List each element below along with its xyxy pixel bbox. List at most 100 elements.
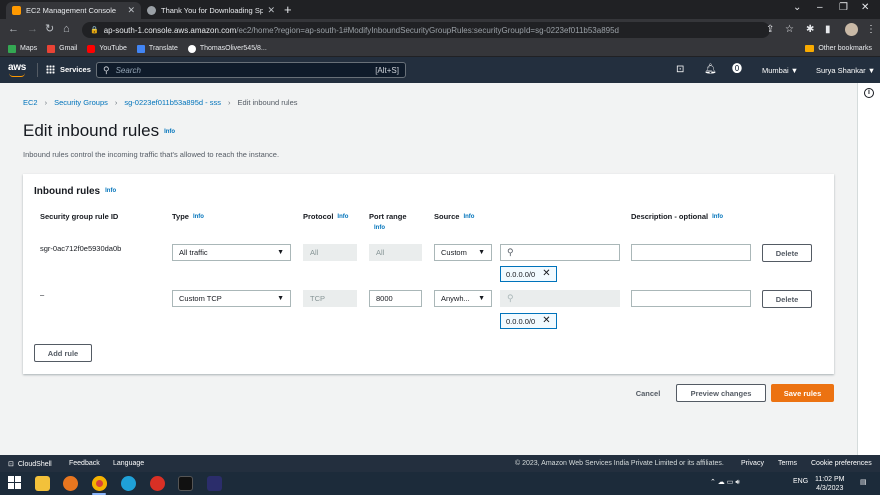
caret-down-icon: ▼ xyxy=(478,295,485,302)
restore-icon[interactable]: ❐ xyxy=(839,2,848,13)
windows-start-icon[interactable] xyxy=(8,476,23,491)
protocol-info-link[interactable]: Info xyxy=(337,214,348,220)
profile-avatar[interactable] xyxy=(845,23,858,36)
extensions-icon[interactable]: ✱ xyxy=(806,23,814,36)
terminal-icon[interactable] xyxy=(178,476,193,491)
cidr-search-input[interactable]: ⚲ xyxy=(500,244,620,261)
type-info-link[interactable]: Info xyxy=(193,214,204,220)
forward-icon[interactable]: → xyxy=(27,23,38,36)
browser-menu-icon[interactable]: ⋮ xyxy=(866,23,876,36)
cancel-button[interactable]: Cancel xyxy=(628,384,668,402)
source-select[interactable]: Anywh... ▼ xyxy=(434,290,492,307)
language-indicator[interactable]: ENG xyxy=(793,478,808,485)
bookmark-maps[interactable]: Maps xyxy=(8,44,37,53)
description-input[interactable] xyxy=(631,290,751,307)
system-tray-icons[interactable]: ⌃ ☁ ▭ 🔊︎ xyxy=(710,478,740,487)
lock-icon: 🔒 xyxy=(90,27,99,34)
cidr-token: 0.0.0.0/0 ✕ xyxy=(500,313,557,329)
delete-button[interactable]: Delete xyxy=(762,244,812,262)
description-info-link[interactable]: Info xyxy=(712,214,723,220)
add-rule-button[interactable]: Add rule xyxy=(34,344,92,362)
close-tab-icon[interactable]: ✕ xyxy=(267,5,275,16)
type-select[interactable]: All traffic ▼ xyxy=(172,244,291,261)
home-icon[interactable]: ⌂ xyxy=(63,23,70,36)
cidr-search-input[interactable]: ⚲ xyxy=(500,290,620,307)
feedback-link[interactable]: Feedback xyxy=(69,460,100,467)
breadcrumb-security-group[interactable]: sg-0223ef011b53a895d - sss xyxy=(124,98,221,107)
globe-icon xyxy=(147,6,156,15)
close-tab-icon[interactable]: ✕ xyxy=(127,5,135,16)
cloudshell-button[interactable]: ⊡ CloudShell xyxy=(8,460,52,468)
port-range-input[interactable]: 8000 xyxy=(369,290,422,307)
search-icon: ⚲ xyxy=(507,293,514,303)
cookie-preferences-link[interactable]: Cookie preferences xyxy=(811,460,872,467)
terms-link[interactable]: Terms xyxy=(778,460,797,467)
bookmark-youtube[interactable]: YouTube xyxy=(87,44,127,53)
bookmark-github[interactable]: ThomasOliver545/8... xyxy=(187,44,267,53)
browser-tab-ec2[interactable]: EC2 Management Console ✕ xyxy=(6,2,141,19)
gmail-icon xyxy=(47,44,56,53)
breadcrumb-ec2[interactable]: EC2 xyxy=(23,98,38,107)
cloudshell-icon[interactable]: ⊡ xyxy=(676,63,684,77)
tab-search-icon[interactable]: ⌄ xyxy=(793,2,801,13)
browser-tab-splunk[interactable]: Thank You for Downloading Splu ✕ xyxy=(141,2,281,19)
remove-token-icon[interactable]: ✕ xyxy=(542,316,550,326)
privacy-link[interactable]: Privacy xyxy=(741,460,764,467)
translate-icon xyxy=(136,44,145,53)
reload-icon[interactable]: ↻ xyxy=(45,23,54,36)
app-icon[interactable] xyxy=(63,476,78,491)
share-icon[interactable]: ⇪ xyxy=(766,23,774,36)
back-icon[interactable]: ← xyxy=(8,23,19,36)
edge-icon[interactable] xyxy=(121,476,136,491)
language-link[interactable]: Language xyxy=(113,460,144,467)
panel-info-link[interactable]: Info xyxy=(105,188,116,194)
col-rule-id: Security group rule ID xyxy=(40,212,119,221)
delete-button[interactable]: Delete xyxy=(762,290,812,308)
description-input[interactable] xyxy=(631,244,751,261)
notifications-bell-icon[interactable]: 🔔︎ xyxy=(704,63,717,77)
source-info-link[interactable]: Info xyxy=(463,214,474,220)
minimize-icon[interactable]: – xyxy=(817,2,823,13)
help-icon[interactable]: ⓿ xyxy=(732,63,742,77)
breadcrumb: EC2 › Security Groups › sg-0223ef011b53a… xyxy=(23,98,298,107)
port-info-link[interactable]: Info xyxy=(374,225,385,231)
aws-smile-icon xyxy=(9,73,25,77)
col-type: Type Info xyxy=(172,212,204,221)
type-select[interactable]: Custom TCP ▼ xyxy=(172,290,291,307)
breadcrumb-security-groups[interactable]: Security Groups xyxy=(54,98,108,107)
chevron-right-icon: › xyxy=(44,98,48,107)
browser-toolbar: ← → ↻ ⌂ 🔒 ap-south-1.console.aws.amazon.… xyxy=(0,19,880,41)
search-input[interactable]: ⚲ Search [Alt+S] xyxy=(96,62,406,78)
clock[interactable]: 11:02 PM 4/3/2023 xyxy=(815,475,844,493)
chrome-icon[interactable] xyxy=(92,476,107,491)
side-panel-icon[interactable]: ▮ xyxy=(825,23,831,36)
search-icon: ⚲ xyxy=(507,247,514,257)
app-icon[interactable] xyxy=(150,476,165,491)
region-selector[interactable]: Mumbai ▼ xyxy=(762,66,798,75)
file-explorer-icon[interactable] xyxy=(35,476,50,491)
account-menu[interactable]: Surya Shankar ▼ xyxy=(816,66,875,75)
rule-id: sgr-0ac712f0e5930da0b xyxy=(40,244,122,253)
notifications-icon[interactable]: ▤ xyxy=(860,478,867,486)
close-window-icon[interactable]: ✕ xyxy=(861,2,869,13)
breadcrumb-current: Edit inbound rules xyxy=(237,98,298,107)
other-bookmarks[interactable]: Other bookmarks xyxy=(805,45,872,52)
preview-changes-button[interactable]: Preview changes xyxy=(676,384,766,402)
aws-logo[interactable]: aws xyxy=(8,62,26,77)
source-select[interactable]: Custom ▼ xyxy=(434,244,492,261)
bookmark-translate[interactable]: Translate xyxy=(136,44,178,53)
main-content: EC2 › Security Groups › sg-0223ef011b53a… xyxy=(0,83,857,455)
page-info-link[interactable]: Info xyxy=(164,129,175,135)
new-tab-button[interactable]: + xyxy=(284,2,292,17)
services-menu-button[interactable]: Services xyxy=(46,65,91,74)
save-rules-button[interactable]: Save rules xyxy=(771,384,834,402)
search-icon: ⚲ xyxy=(103,64,110,75)
info-panel-icon[interactable]: i xyxy=(864,88,874,98)
cidr-token: 0.0.0.0/0 ✕ xyxy=(500,266,557,282)
app-icon[interactable] xyxy=(207,476,222,491)
address-bar[interactable]: 🔒 ap-south-1.console.aws.amazon.com/ec2/… xyxy=(82,22,770,38)
remove-token-icon[interactable]: ✕ xyxy=(542,269,550,279)
chevron-right-icon: › xyxy=(114,98,118,107)
bookmark-star-icon[interactable]: ☆ xyxy=(785,23,794,36)
bookmark-gmail[interactable]: Gmail xyxy=(47,44,77,53)
